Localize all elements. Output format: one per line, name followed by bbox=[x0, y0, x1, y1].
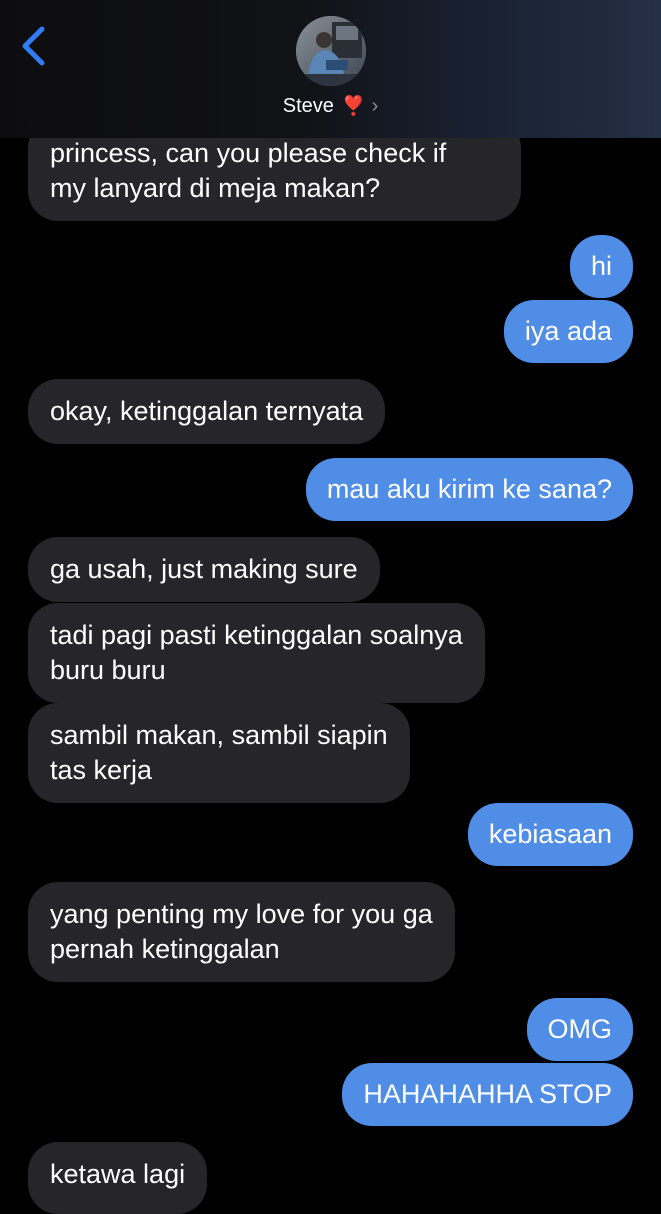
message-text: iya ada bbox=[524, 316, 612, 346]
message-text: tadi pagi pasti ketinggalan soalnya bbox=[50, 620, 463, 650]
conversation-header: Steve ❣️ › bbox=[0, 0, 661, 138]
message-text: sambil makan, sambil siapin bbox=[50, 720, 388, 750]
message-bubble-received[interactable]: yang penting my love for you ga pernah k… bbox=[8, 882, 455, 983]
message-text: ketawa lagi bbox=[50, 1159, 186, 1189]
message-text: kebiasaan bbox=[488, 819, 612, 849]
heart-icon: ❣️ bbox=[341, 96, 366, 117]
message-text: yang penting my love for you ga bbox=[50, 899, 433, 929]
message-bubble-sent[interactable]: kebiasaan bbox=[467, 803, 654, 867]
message-text: my lanyard di meja makan? bbox=[50, 173, 381, 203]
message-text: okay, ketinggalan ternyata bbox=[50, 396, 364, 426]
message-bubble-sent[interactable]: mau aku kirim ke sana? bbox=[305, 458, 654, 522]
message-text: tas kerja bbox=[50, 755, 153, 785]
message-bubble-received[interactable]: ketawa lagi bbox=[28, 1142, 208, 1214]
message-bubble-sent[interactable]: hi bbox=[569, 235, 633, 298]
message-text: pernah ketinggalan bbox=[50, 934, 280, 964]
contact-name: Steve bbox=[282, 95, 334, 117]
message-text: hi bbox=[590, 251, 612, 281]
avatar[interactable] bbox=[296, 16, 366, 86]
chevron-right-icon: › bbox=[371, 95, 379, 117]
message-bubble-received[interactable]: ga usah, just making sure bbox=[28, 537, 380, 602]
message-text: ga usah, just making sure bbox=[50, 554, 358, 584]
back-button[interactable] bbox=[14, 22, 54, 70]
message-text: buru buru bbox=[50, 655, 166, 685]
avatar-photo bbox=[296, 16, 366, 86]
message-bubble-sent[interactable]: iya ada bbox=[503, 300, 654, 364]
message-text: princess, can you please check if bbox=[50, 138, 447, 168]
message-bubble-received[interactable]: tadi pagi pasti ketinggalan soalnya buru… bbox=[28, 603, 485, 703]
contact-info-button[interactable]: Steve ❣️ › bbox=[0, 94, 661, 118]
message-bubble-sent[interactable]: OMG bbox=[526, 998, 633, 1061]
message-text: OMG bbox=[547, 1014, 613, 1044]
message-bubble-received[interactable]: okay, ketinggalan ternyata bbox=[7, 379, 386, 445]
chevron-left-icon bbox=[22, 26, 45, 66]
message-bubble-received[interactable]: sambil makan, sambil siapin tas kerja bbox=[8, 703, 410, 804]
message-bubble-sent[interactable]: HAHAHAHHA STOP bbox=[342, 1063, 653, 1127]
message-text: HAHAHAHHA STOP bbox=[363, 1079, 612, 1109]
message-text: mau aku kirim ke sana? bbox=[326, 474, 612, 504]
